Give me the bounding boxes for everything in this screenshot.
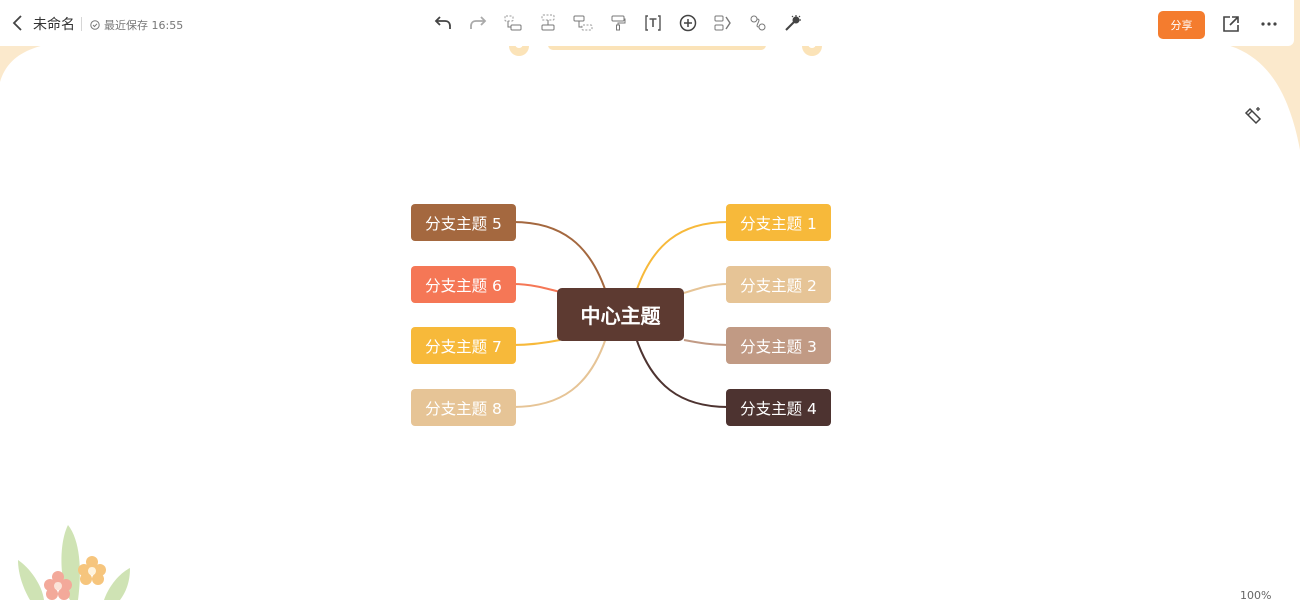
zoom-level[interactable]: 100% bbox=[1240, 589, 1271, 600]
add-child-topic-icon[interactable] bbox=[502, 12, 524, 34]
insert-plus-icon[interactable] bbox=[677, 12, 699, 34]
central-topic[interactable]: 中心主题 bbox=[557, 288, 684, 341]
document-title[interactable]: 未命名 bbox=[33, 14, 75, 34]
top-toolbar: 未命名 最近保存 16:55 分享 bbox=[0, 0, 1294, 46]
branch-topic-3[interactable]: 分支主题 3 bbox=[726, 327, 831, 364]
branch-topic-7[interactable]: 分支主题 7 bbox=[411, 327, 516, 364]
branch-topic-2[interactable]: 分支主题 2 bbox=[726, 266, 831, 303]
tool-group bbox=[432, 12, 804, 34]
branch-topic-5[interactable]: 分支主题 5 bbox=[411, 204, 516, 241]
save-status: 最近保存 16:55 bbox=[90, 17, 183, 33]
magic-wand-icon[interactable] bbox=[782, 12, 804, 34]
branch-topic-4[interactable]: 分支主题 4 bbox=[726, 389, 831, 426]
add-parent-topic-icon[interactable] bbox=[572, 12, 594, 34]
text-icon[interactable] bbox=[642, 12, 664, 34]
style-brush-icon[interactable] bbox=[1243, 104, 1265, 126]
format-painter-icon[interactable] bbox=[607, 12, 629, 34]
share-button[interactable]: 分享 bbox=[1158, 11, 1205, 39]
relationship-icon[interactable] bbox=[747, 12, 769, 34]
branch-topic-6[interactable]: 分支主题 6 bbox=[411, 266, 516, 303]
add-sibling-topic-icon[interactable] bbox=[537, 12, 559, 34]
external-link-icon[interactable] bbox=[1221, 14, 1243, 36]
undo-icon[interactable] bbox=[432, 12, 454, 34]
redo-icon[interactable] bbox=[467, 12, 489, 34]
chevron-left-icon[interactable] bbox=[8, 13, 28, 33]
title-divider bbox=[81, 17, 82, 31]
summary-icon[interactable] bbox=[712, 12, 734, 34]
check-circle-icon bbox=[90, 20, 100, 30]
branch-topic-1[interactable]: 分支主题 1 bbox=[726, 204, 831, 241]
save-status-text: 最近保存 16:55 bbox=[104, 19, 184, 32]
branch-topic-8[interactable]: 分支主题 8 bbox=[411, 389, 516, 426]
more-options-icon[interactable] bbox=[1259, 14, 1281, 36]
